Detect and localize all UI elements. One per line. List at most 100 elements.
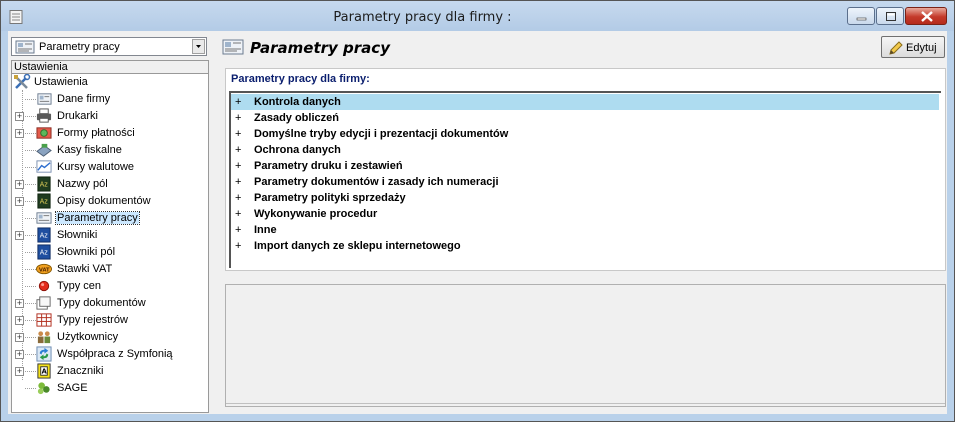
red-dot-icon xyxy=(38,280,50,292)
sage-icon xyxy=(37,382,50,395)
tree-connector xyxy=(25,116,36,117)
tree-item-label: Znaczniki xyxy=(57,365,104,377)
window-title: Parametry pracy dla firmy : xyxy=(333,10,512,25)
close-button[interactable] xyxy=(905,7,947,25)
edit-button[interactable]: Edytuj xyxy=(881,36,945,58)
expand-toggle[interactable]: + xyxy=(15,367,24,376)
tree-item-label: Typy rejestrów xyxy=(57,314,128,326)
parameter-item[interactable]: + Parametry dokumentów i zasady ich numer… xyxy=(231,174,939,190)
tree-connector xyxy=(25,269,36,270)
expand-marker[interactable]: + xyxy=(235,240,241,252)
expand-toggle[interactable]: + xyxy=(15,129,24,138)
svg-text:Az: Az xyxy=(40,197,48,205)
panel-splitter[interactable] xyxy=(211,31,215,414)
az-blue-icon: Az xyxy=(37,244,51,260)
maximize-icon xyxy=(886,12,896,21)
parameter-item[interactable]: + Parametry polityki sprzedaży xyxy=(231,190,939,206)
tree-item[interactable]: Kursy walutowe xyxy=(12,159,202,176)
maximize-button[interactable] xyxy=(876,7,904,25)
payment-icon xyxy=(36,127,52,139)
parameters-list[interactable]: + Kontrola danych + Zasady obliczeń + Domyśln… xyxy=(229,91,941,268)
tree-item[interactable]: SAGE xyxy=(12,380,202,397)
tree-connector xyxy=(25,252,36,253)
tree-item[interactable]: + Formy płatności xyxy=(12,125,202,142)
tree-item[interactable]: Az Słowniki pól xyxy=(12,244,202,261)
tree-connector xyxy=(25,218,36,219)
tree-item[interactable]: VAT Stawki VAT xyxy=(12,261,202,278)
expand-toggle[interactable]: + xyxy=(15,350,24,359)
parameter-item[interactable]: + Import danych ze sklepu internetowego xyxy=(231,238,939,254)
tree-item[interactable]: + Typy dokumentów xyxy=(12,295,202,312)
company-card-icon xyxy=(37,93,52,105)
expand-marker[interactable]: + xyxy=(235,208,241,220)
minimize-icon xyxy=(856,17,867,21)
tree-item-label: Współpraca z Symfonią xyxy=(57,348,173,360)
parameters-group: Parametry pracy dla firmy: + Kontrola dan… xyxy=(225,68,946,271)
expand-toggle[interactable]: + xyxy=(15,197,24,206)
combo-dropdown-button[interactable] xyxy=(192,39,205,54)
expand-toggle[interactable]: + xyxy=(15,316,24,325)
parameter-item[interactable]: + Ochrona danych xyxy=(231,142,939,158)
parameter-item-label: Inne xyxy=(254,224,277,236)
pencil-icon xyxy=(889,41,903,55)
tree-item[interactable]: + Az Opisy dokumentów xyxy=(12,193,202,210)
tree-connector xyxy=(25,337,36,338)
tree-item[interactable]: + Współpraca z Symfonią xyxy=(12,346,202,363)
tree-root[interactable]: Ustawienia xyxy=(12,74,202,91)
tree-item[interactable]: + Drukarki xyxy=(12,108,202,125)
settings-tree[interactable]: Ustawienia Dane firmy + Drukarki + Formy pła… xyxy=(11,73,209,413)
tree-connector xyxy=(25,286,36,287)
app-window: Parametry pracy dla firmy : Parametry pr… xyxy=(0,0,955,422)
parameter-item[interactable]: + Inne xyxy=(231,222,939,238)
tree-item-label: Użytkownicy xyxy=(57,331,119,343)
tree-connector xyxy=(25,371,36,372)
expand-marker[interactable]: + xyxy=(235,96,241,108)
tree-item-label: Drukarki xyxy=(57,110,98,122)
expand-marker[interactable]: + xyxy=(235,144,241,156)
settings-card-icon xyxy=(222,39,244,55)
section-combo[interactable]: Parametry pracy xyxy=(11,37,207,56)
parameter-item[interactable]: + Kontrola danych xyxy=(231,94,939,110)
tree-item[interactable]: Kasy fiskalne xyxy=(12,142,202,159)
tree-item[interactable]: Parametry pracy xyxy=(12,210,202,227)
expand-marker[interactable]: + xyxy=(235,112,241,124)
content-panel: Parametry pracy Edytuj Parametry pracy d… xyxy=(216,31,947,414)
parameter-item[interactable]: + Wykonywanie procedur xyxy=(231,206,939,222)
expand-toggle[interactable]: + xyxy=(15,180,24,189)
title-bar[interactable]: Parametry pracy dla firmy : xyxy=(1,1,954,31)
settings-card-icon xyxy=(36,212,52,224)
tree-item[interactable]: Dane firmy xyxy=(12,91,202,108)
documents-icon xyxy=(36,296,51,310)
expand-marker[interactable]: + xyxy=(235,128,241,140)
expand-marker[interactable]: + xyxy=(235,176,241,188)
tree-item[interactable]: + Typy rejestrów xyxy=(12,312,202,329)
expand-toggle[interactable]: + xyxy=(15,333,24,342)
expand-toggle[interactable]: + xyxy=(15,231,24,240)
minimize-button[interactable] xyxy=(847,7,875,25)
parameter-item[interactable]: + Domyślne tryby edycji i prezentacji dok… xyxy=(231,126,939,142)
users-icon xyxy=(37,331,51,344)
tree-item[interactable]: + Az Słowniki xyxy=(12,227,202,244)
expand-marker[interactable]: + xyxy=(235,224,241,236)
parameter-item-label: Parametry druku i zestawień xyxy=(254,160,403,172)
tree-connector xyxy=(25,354,36,355)
expand-toggle[interactable]: + xyxy=(15,299,24,308)
expand-toggle[interactable]: + xyxy=(15,112,24,121)
expand-marker[interactable]: + xyxy=(235,160,241,172)
details-panel xyxy=(225,284,946,407)
parameter-item[interactable]: + Parametry druku i zestawień xyxy=(231,158,939,174)
vat-icon: VAT xyxy=(36,263,52,275)
tree-item-label: SAGE xyxy=(57,382,88,394)
tree-item[interactable]: Typy cen xyxy=(12,278,202,295)
tree-item[interactable]: + A Znaczniki xyxy=(12,363,202,380)
tree-connector xyxy=(25,303,36,304)
tree-item[interactable]: + Az Nazwy pól xyxy=(12,176,202,193)
tree-connector xyxy=(25,388,36,389)
svg-text:Az: Az xyxy=(40,180,48,188)
tree-connector xyxy=(25,99,36,100)
navigation-panel: Parametry pracy Ustawienia Ustawienia Da… xyxy=(8,31,211,414)
tree-item-label: Typy dokumentów xyxy=(57,297,146,309)
expand-marker[interactable]: + xyxy=(235,192,241,204)
parameter-item[interactable]: + Zasady obliczeń xyxy=(231,110,939,126)
tree-item[interactable]: + Użytkownicy xyxy=(12,329,202,346)
